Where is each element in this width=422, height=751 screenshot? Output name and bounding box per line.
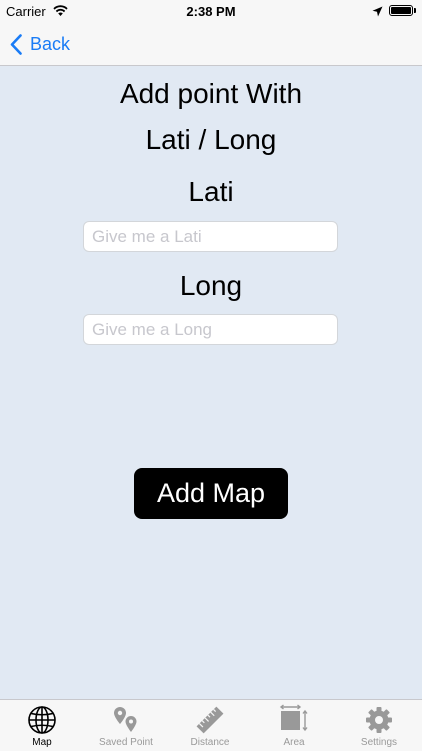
tab-saved-point[interactable]: Saved Point [84,700,168,751]
back-label: Back [30,33,71,54]
status-bar: Carrier 2:38 PM [0,0,422,22]
page-title-line-1: Add point With [119,78,303,109]
chevron-left-icon [10,33,22,55]
tab-area[interactable]: Area [252,700,336,751]
map-pins-icon [84,704,168,736]
tab-bar: Map Saved Point Distance Area Settings [0,699,422,750]
long-label: Long [179,270,243,301]
page-title-line-2: Lati / Long [145,124,277,155]
tab-distance[interactable]: Distance [168,700,252,751]
tab-map[interactable]: Map [0,700,84,751]
tab-saved-point-label: Saved Point [99,737,153,748]
status-time: 2:38 PM [186,4,236,19]
lati-label: Lati [188,176,234,207]
battery-icon [389,5,413,16]
lati-input[interactable] [83,221,338,252]
main-content: Add point With Lati / Long Lati Long Add… [0,66,422,699]
ruler-icon [168,704,252,736]
long-input[interactable] [83,314,338,345]
tab-settings-label: Settings [360,737,398,748]
globe-icon [0,704,84,736]
tab-area-label: Area [283,737,305,748]
gear-icon [337,704,421,736]
back-button[interactable]: Back [10,30,70,58]
navigation-bar: Back [0,22,422,66]
location-arrow-icon [372,5,383,20]
tab-settings[interactable]: Settings [337,700,421,751]
add-map-button[interactable]: Add Map [134,468,288,519]
tab-distance-label: Distance [190,737,230,748]
area-icon [252,704,336,736]
tab-map-label: Map [32,737,52,748]
